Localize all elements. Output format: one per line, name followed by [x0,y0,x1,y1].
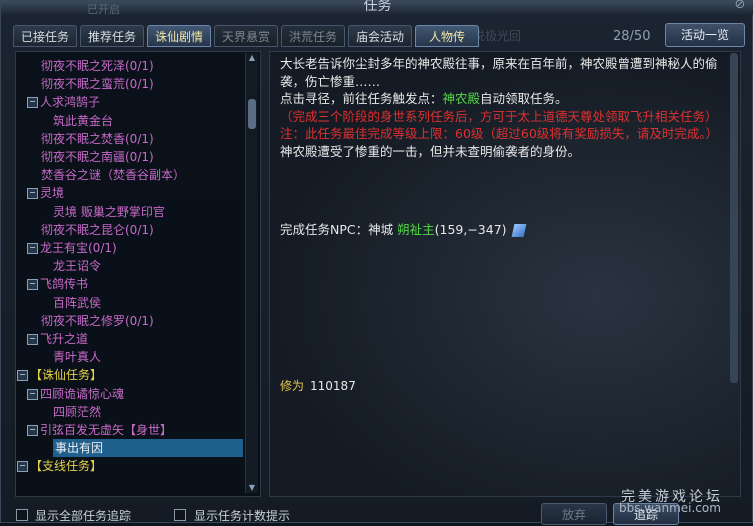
tab-primordial[interactable]: 洪荒任务 [281,25,345,47]
tree-item-label: 彻夜不眠之蛮荒(0/1) [41,77,154,92]
collapse-icon[interactable]: − [17,370,28,382]
tree-item-label: 彻夜不眠之昆仑(0/1) [41,222,154,237]
collapse-icon[interactable]: − [27,97,38,109]
tab-biography[interactable]: 人物传 [415,25,479,47]
show-count-hint-checkbox[interactable] [174,509,186,521]
collapse-icon[interactable]: − [17,461,28,473]
tree-item-label: 龙王有宝(0/1) [40,241,117,255]
tree-item-label: 【支线任务】 [30,459,103,474]
show-count-hint-label: 显示任务计数提示 [194,509,291,523]
tree-item[interactable]: 彻夜不眠之南疆(0/1) [41,148,154,166]
reward-value: 110187 [310,379,356,393]
tree-item[interactable]: − 引弦百发无虚矢【身世】 [27,421,172,439]
tree-item-label: 【诛仙任务】 [30,368,103,383]
tree-item[interactable]: − 灵境 [27,184,64,202]
scroll-up-icon[interactable]: ▲ [246,53,258,63]
tree-item-label: 灵境 贩巢之野掌印官 [53,204,165,219]
tree-item[interactable]: 彻夜不眠之蛮荒(0/1) [41,75,154,93]
tree-item[interactable]: 彻夜不眠之死泽(0/1) [41,57,154,75]
tree-item[interactable]: 四顾茫然 [53,403,101,421]
tree-item-label: 百阵武侯 [53,295,102,310]
title-bar[interactable]: 已开启 任务 ⊘ [1,0,753,16]
quest-window: 已开启 任务 ⊘ 传说极光回 已接任务 推荐任务 诛仙剧情 天界悬赏 洪荒任务 … [0,0,753,525]
close-icon[interactable]: ⊘ [732,0,748,13]
activity-overview-button[interactable]: 活动一览 [665,23,745,47]
tree-item[interactable]: 彻夜不眠之修罗(0/1) [41,312,154,330]
tree-item-label: 人求鸿鹄子 [40,95,101,110]
npc-label: 完成任务NPC：神城 [280,222,398,237]
collapse-icon[interactable]: − [27,279,38,291]
reward-line: 修为 110187 [280,377,356,394]
scroll-down-icon[interactable]: ▼ [246,483,258,493]
quest-description: 大长老告诉你尘封多年的神农殿往事，原来在百年前，神农殿曾遭到神秘人的偷袭，伤亡惨… [280,55,720,160]
tree-item[interactable]: − 龙王有宝(0/1) [27,239,117,257]
tree-item[interactable]: 彻夜不眠之昆仑(0/1) [41,221,154,239]
desc-summary: 神农殿遭受了惨重的一击，但并未查明偷袭者的身份。 [280,143,581,159]
tree-item-label: 飞鸽传书 [40,277,89,292]
tree-item-label: 青叶真人 [53,350,102,365]
desc-story: 大长老告诉你尘封多年的神农殿往事，原来在百年前，神农殿曾遭到神秘人的偷袭，伤亡惨… [280,56,718,89]
tree-category[interactable]: − 【诛仙任务】 [17,366,102,384]
show-all-tracking-label: 显示全部任务追踪 [35,509,132,523]
tree-item-label: 四顾诡谲惊心魂 [40,386,125,401]
pathfind-link[interactable]: 神农殿 [443,91,481,106]
tree-item-label: 彻夜不眠之死泽(0/1) [41,59,154,73]
collapse-icon[interactable]: − [27,425,38,436]
collapse-icon[interactable]: − [27,334,38,345]
tab-accepted[interactable]: 已接任务 [13,25,77,47]
quest-counter: 28/50 [613,29,651,44]
tree-item-label: 灵境 [40,186,65,201]
window-title: 任务 [363,0,392,14]
tree-item-label: 四顾茫然 [53,404,102,419]
scroll-thumb[interactable] [248,99,256,129]
quest-tree-scrollbar[interactable]: ▲ ▼ [245,53,258,493]
tree-item[interactable]: 焚香谷之谜（焚香谷副本） [41,166,185,184]
tree-item[interactable]: − 人求鸿鹄子 [27,93,100,111]
desc-instruction-pre: 点击寻径，前往任务触发点： [280,91,443,106]
tree-item-label: 彻夜不眠之焚香(0/1) [41,131,154,146]
detail-scroll-thumb[interactable] [730,53,738,383]
npc-coords: (159,−347) [434,222,507,237]
reward-label: 修为 [280,379,305,393]
collapse-icon[interactable]: − [27,188,38,200]
tree-item-label: 引弦百发无虚矢【身世】 [40,423,173,437]
tree-item-label: 事出有因 [55,441,104,456]
desc-instruction: 点击寻径，前往任务触发点：神农殿自动领取任务。 [280,90,720,108]
collapse-icon[interactable]: − [27,243,38,254]
tab-temple-fair[interactable]: 庙会活动 [348,25,412,47]
tree-item-selected[interactable]: 事出有因 [53,439,243,458]
detail-scrollbar[interactable] [729,53,739,493]
tree-item[interactable]: − 飞鸽传书 [27,275,88,293]
npc-line: 完成任务NPC：神城 朔祉主(159,−347) [280,219,526,238]
tree-item[interactable]: − 飞升之道 [27,330,88,348]
watermark-url: bbs.wanmei.com [619,501,721,515]
tree-item-label: 彻夜不眠之修罗(0/1) [41,313,154,328]
tree-item[interactable]: 百阵武侯 [53,294,101,312]
tree-item-label: 彻夜不眠之南疆(0/1) [41,150,154,164]
tree-item-label: 飞升之道 [40,332,89,346]
tree-item[interactable]: 龙王诏令 [53,257,101,275]
tree-item-label: 龙王诏令 [53,259,102,274]
desc-note-series: （完成三个阶段的身世系列任务后，方可于太上道德天尊处领取飞升相关任务） [280,108,718,124]
desc-instruction-post: 自动领取任务。 [480,91,568,106]
tree-item-label: 焚香谷之谜（焚香谷副本） [41,168,186,183]
collapse-icon[interactable]: − [27,388,38,400]
abandon-button[interactable]: 放弃 [541,503,607,525]
bg-text-top: 已开启 [87,3,120,16]
npc-name-link[interactable]: 朔祉主 [397,222,435,237]
tab-recommended[interactable]: 推荐任务 [80,25,144,47]
tab-heaven-bounty[interactable]: 天界悬赏 [214,25,278,47]
tree-item[interactable]: 彻夜不眠之焚香(0/1) [41,130,154,148]
tree-item-label: 筑此黄金台 [53,113,114,128]
tree-item[interactable]: 灵境 贩巢之野掌印官 [53,203,165,221]
tree-item[interactable]: − 四顾诡谲惊心魂 [27,385,124,403]
tree-item[interactable]: 筑此黄金台 [53,112,113,130]
desc-note-level: 注：此任务最佳完成等级上限：60级（超过60级将有奖励损失，请及时完成。） [280,126,719,141]
pathfind-icon[interactable] [511,224,526,237]
tree-item[interactable]: 青叶真人 [53,348,101,366]
show-all-tracking-checkbox[interactable] [16,509,28,521]
tree-category[interactable]: − 【支线任务】 [17,457,102,475]
tab-zhuxian-story[interactable]: 诛仙剧情 [147,25,211,47]
